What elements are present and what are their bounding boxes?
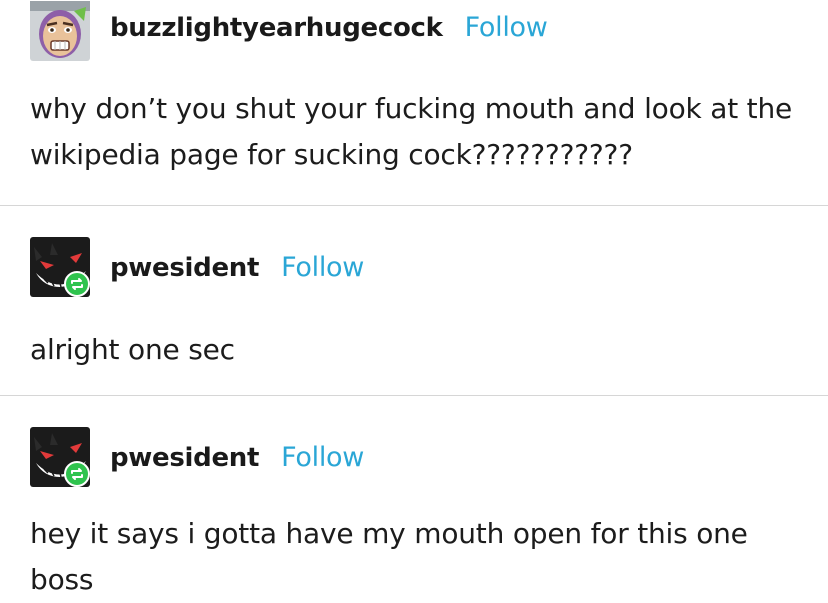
gengar-avatar-icon[interactable] [30,427,90,487]
follow-button[interactable]: Follow [281,442,364,473]
reblog-icon [64,461,90,487]
post-text: hey it says i gotta have my mouth open f… [30,517,748,596]
username[interactable]: pwesident [110,443,259,473]
reblog-icon [64,271,90,297]
post-header: pwesident Follow [110,442,364,473]
post-2: pwesident Follow alright one sec [0,206,828,395]
follow-button[interactable]: Follow [465,12,548,43]
post-text: why don’t you shut your fucking mouth an… [30,92,793,171]
username[interactable]: pwesident [110,253,259,283]
gengar-avatar-icon[interactable] [30,237,90,297]
follow-button[interactable]: Follow [281,252,364,283]
post-header: buzzlightyearhugecock Follow [110,12,548,43]
username[interactable]: buzzlightyearhugecock [110,13,443,43]
post-3: pwesident Follow hey it says i gotta hav… [0,396,828,597]
post-header: pwesident Follow [110,252,364,283]
post-1: buzzlightyearhugecock Follow why don’t y… [0,0,828,205]
buzz-lightyear-avatar-icon[interactable] [30,1,90,61]
post-text: alright one sec [30,333,235,366]
